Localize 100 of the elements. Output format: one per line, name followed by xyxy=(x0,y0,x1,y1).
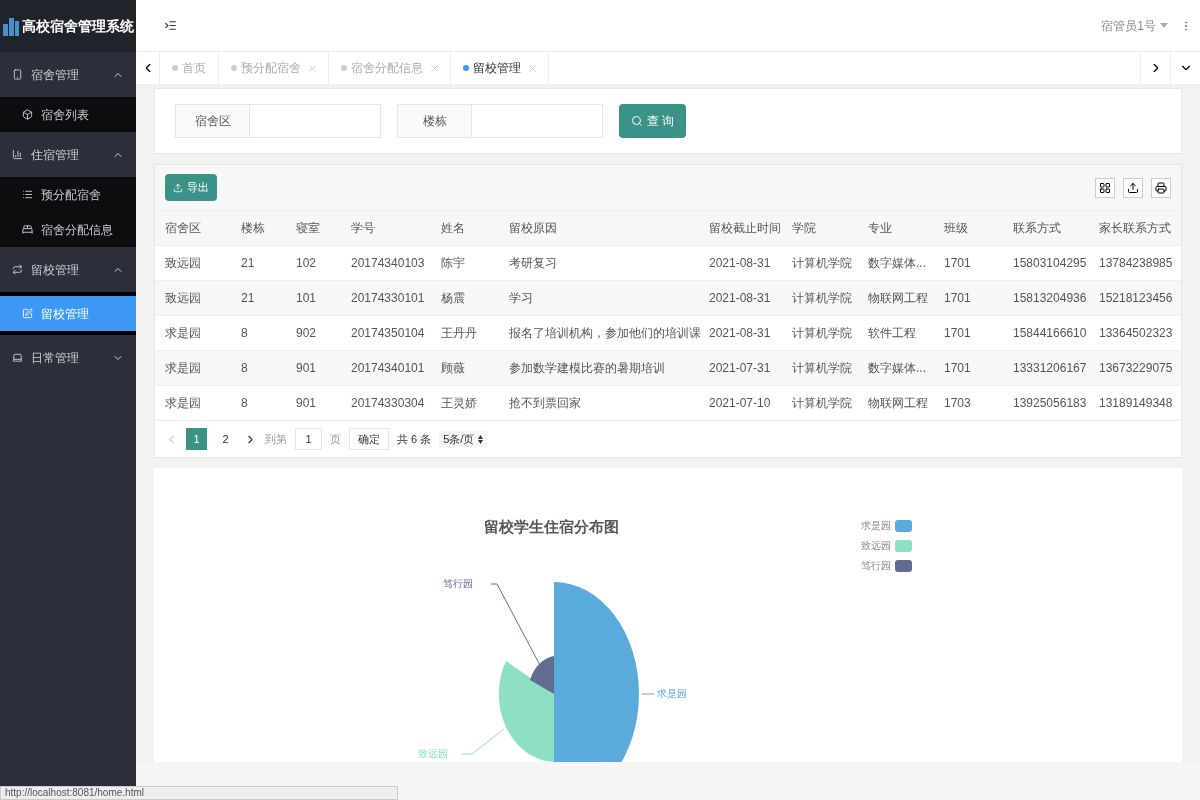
cube-icon xyxy=(22,109,33,120)
table-cell-text: 参加数学建模比赛的暑期培训 xyxy=(509,360,666,377)
list-icon xyxy=(22,189,33,200)
tab[interactable]: 留校管理 xyxy=(451,52,549,84)
search-icon xyxy=(631,115,643,127)
table-cell-text: 901 xyxy=(296,395,318,412)
table-cell-text: 杨震 xyxy=(441,290,466,307)
table-cell-text: 902 xyxy=(296,325,318,342)
edit-icon xyxy=(22,308,33,319)
pie-slice[interactable] xyxy=(554,582,639,762)
table-cell-text: 13784238985 xyxy=(1099,255,1174,272)
table-cell-text: 1701 xyxy=(944,325,972,342)
table-cell-text: 2021-08-31 xyxy=(709,290,772,307)
laptop-icon xyxy=(12,352,23,363)
table-cell-text: 13189149348 xyxy=(1099,395,1174,412)
confirm-button[interactable]: 确定 xyxy=(349,428,389,450)
sidebar-item[interactable]: 宿舍列表 xyxy=(0,97,136,132)
export-button[interactable]: 导出 xyxy=(165,174,217,201)
slice-label: 致远园 xyxy=(418,747,448,761)
page-button[interactable]: 1 xyxy=(186,428,207,450)
page-input[interactable]: 1 xyxy=(295,428,322,450)
table-cell-text: 15813204936 xyxy=(1013,290,1088,307)
user-menu[interactable]: 宿管员1号 xyxy=(1101,16,1168,35)
print-icon[interactable] xyxy=(1151,177,1171,198)
upload-icon xyxy=(173,182,183,193)
table-cell-text: 考研复习 xyxy=(509,255,558,272)
building-logo-icon xyxy=(2,16,20,36)
column-header: 楼栋 xyxy=(241,220,266,237)
page-unit: 页 xyxy=(330,431,341,447)
sidebar-group[interactable]: 留校管理 xyxy=(0,247,136,292)
table-cell-text: 致远园 xyxy=(165,255,202,272)
table-cell-text: 15803104295 xyxy=(1013,255,1088,272)
caret-down-icon xyxy=(1160,23,1168,28)
table-cell-text: 王丹丹 xyxy=(441,325,478,342)
leader-line xyxy=(461,728,505,755)
sidebar-group[interactable]: 日常管理 xyxy=(0,335,136,380)
export-icon[interactable] xyxy=(1123,177,1143,198)
pie-slice[interactable] xyxy=(530,656,554,694)
legend-item[interactable]: 求是园 xyxy=(861,518,912,533)
table-cell-text: 20174350104 xyxy=(351,325,426,342)
table-cell-text: 报名了培训机构，参加他们的培训课 xyxy=(509,325,702,342)
table-cell-text: 数字媒体... xyxy=(868,360,927,377)
phone-icon xyxy=(12,69,23,80)
column-header: 学院 xyxy=(792,220,817,237)
table-cell-text: 求是园 xyxy=(165,360,202,377)
search-field[interactable]: 楼栋 xyxy=(397,104,603,138)
table-cell-text: 物联网工程 xyxy=(868,290,929,307)
column-header: 宿舍区 xyxy=(165,220,202,237)
up-down-caret-icon xyxy=(478,434,484,444)
legend-item[interactable]: 笃行园 xyxy=(861,558,912,573)
slice-label: 笃行园 xyxy=(443,577,473,591)
table-cell-text: 2021-07-10 xyxy=(709,395,772,412)
table-cell-text: 2021-07-31 xyxy=(709,360,772,377)
table-cell-text: 数字媒体... xyxy=(868,255,927,272)
table-cell-text: 1701 xyxy=(944,255,972,272)
search-button[interactable]: 查 询 xyxy=(619,104,687,138)
column-header: 寝室 xyxy=(296,220,321,237)
table-cell-text: 2021-08-31 xyxy=(709,255,772,272)
table-cell-text: 1701 xyxy=(944,360,972,377)
table-cell-text: 顾薇 xyxy=(441,360,466,377)
table-cell-text: 学习 xyxy=(509,290,534,307)
table-cell-text: 21 xyxy=(241,290,256,307)
table-cell-text: 抢不到票回家 xyxy=(509,395,582,412)
chart-title: 留校学生住宿分布图 xyxy=(484,517,619,537)
menu-toggle-icon[interactable] xyxy=(164,19,177,32)
table-cell-text: 致远园 xyxy=(165,290,202,307)
table-cell-text: 计算机学院 xyxy=(792,290,853,307)
pie-slice[interactable] xyxy=(498,661,554,762)
table-cell-text: 13364502323 xyxy=(1099,325,1174,342)
table-cell-text: 计算机学院 xyxy=(792,255,853,272)
table-cell-text: 物联网工程 xyxy=(868,395,929,412)
table-cell-text: 13925056183 xyxy=(1013,395,1088,412)
table-cell-text: 102 xyxy=(296,255,318,272)
table-cell-text: 20174340103 xyxy=(351,255,426,272)
table-cell-text: 1703 xyxy=(944,395,972,412)
sidebar-item[interactable]: 预分配宿舍 xyxy=(0,177,136,212)
page-button[interactable]: 2 xyxy=(215,428,236,450)
table-cell-text: 21 xyxy=(241,255,256,272)
table-cell-text: 8 xyxy=(241,395,249,412)
table-cell-text: 13331206167 xyxy=(1013,360,1088,377)
column-header: 留校原因 xyxy=(509,220,558,237)
table-cell-text: 软件工程 xyxy=(868,325,917,342)
table-cell-text: 20174330101 xyxy=(351,290,426,307)
table-cell-text: 101 xyxy=(296,290,318,307)
sidebar-group[interactable]: 宿舍管理 xyxy=(0,52,136,97)
column-header: 班级 xyxy=(944,220,969,237)
columns-icon[interactable] xyxy=(1095,177,1115,198)
sidebar-group[interactable]: 住宿管理 xyxy=(0,132,136,177)
leader-line xyxy=(641,693,655,695)
table-cell-text: 陈宇 xyxy=(441,255,466,272)
table-cell-text: 王灵娇 xyxy=(441,395,478,412)
table-cell-text: 8 xyxy=(241,360,249,377)
bed-icon xyxy=(22,224,33,235)
search-field[interactable]: 宿舍区 xyxy=(175,104,381,138)
table-cell-text: 计算机学院 xyxy=(792,325,853,342)
table-cell-text: 求是园 xyxy=(165,395,202,412)
table-cell-text: 求是园 xyxy=(165,325,202,342)
sidebar-item[interactable]: 宿舍分配信息 xyxy=(0,212,136,247)
page-size-select[interactable]: 5条/页 xyxy=(439,430,488,448)
legend-item[interactable]: 致远园 xyxy=(861,538,912,553)
